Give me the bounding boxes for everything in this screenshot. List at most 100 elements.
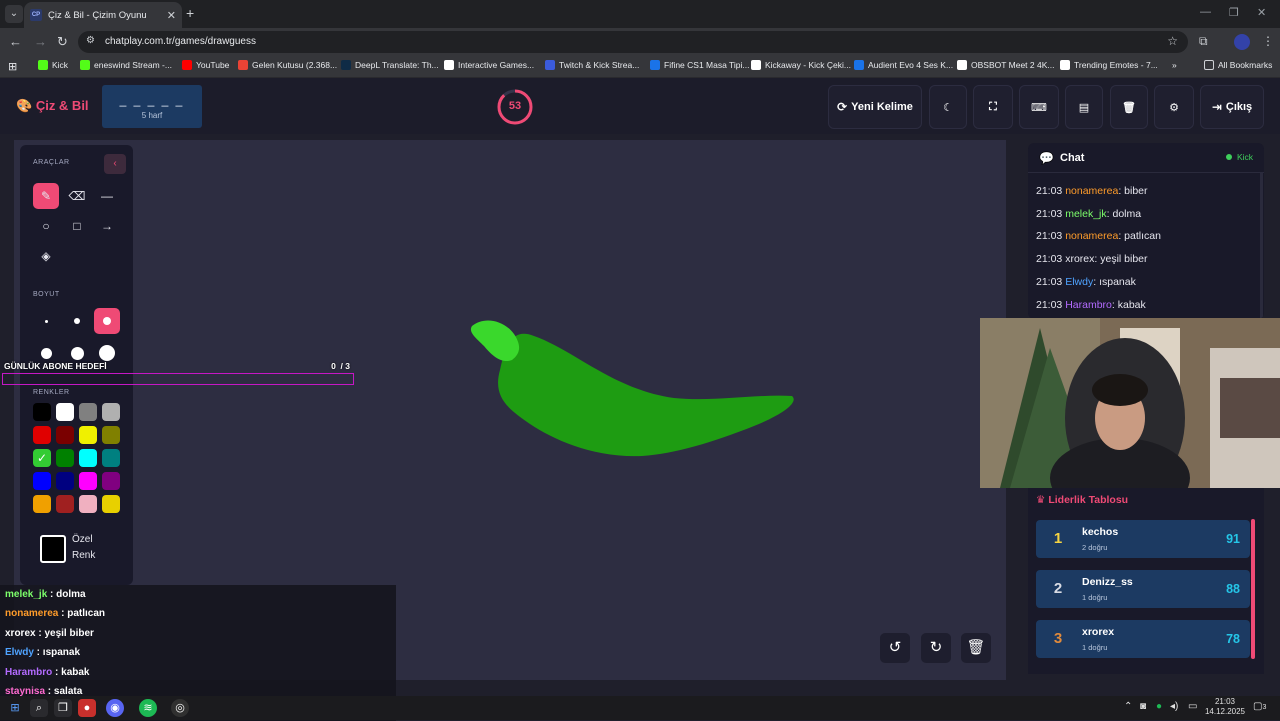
color-swatch[interactable]: [33, 426, 51, 444]
keyboard-button[interactable]: ⌨: [1019, 85, 1059, 129]
color-swatch[interactable]: [33, 403, 51, 421]
bookmark-item[interactable]: Kickaway - Kick Çeki...: [751, 60, 851, 70]
bookmark-item[interactable]: Audient Evo 4 Ses K...: [854, 60, 953, 70]
redo-button[interactable]: ↻: [921, 633, 951, 663]
custom-color-label[interactable]: Özel Renk: [72, 532, 95, 564]
color-swatch[interactable]: [102, 472, 120, 490]
site-info-icon[interactable]: ⚙: [86, 35, 95, 46]
color-swatch[interactable]: [56, 495, 74, 513]
volume-icon[interactable]: ◂): [1170, 701, 1178, 712]
color-swatch[interactable]: [102, 426, 120, 444]
color-swatch[interactable]: [102, 403, 120, 421]
color-swatch[interactable]: [56, 449, 74, 467]
color-swatch[interactable]: [79, 472, 97, 490]
bookmark-item[interactable]: YouTube: [182, 60, 229, 70]
start-icon[interactable]: ⊞: [6, 699, 24, 717]
bookmark-item[interactable]: Twitch & Kick Strea...: [545, 60, 639, 70]
url-text[interactable]: chatplay.com.tr/games/drawguess: [105, 36, 256, 47]
brush-tool[interactable]: ✎: [33, 183, 59, 209]
bookmark-star-icon[interactable]: ☆: [1167, 34, 1178, 48]
collapse-panel-button[interactable]: ‹: [104, 154, 126, 174]
apps-icon[interactable]: ⊞: [8, 60, 17, 73]
search-icon[interactable]: ⌕: [30, 699, 48, 717]
refresh-icon: ⟳: [837, 100, 848, 114]
spotify-icon[interactable]: ≋: [139, 699, 157, 717]
notification-icon[interactable]: ▢3: [1253, 701, 1266, 712]
exit-button[interactable]: ⇥ Çıkış: [1200, 85, 1264, 129]
new-tab-icon[interactable]: +: [186, 5, 194, 21]
arrow-tool[interactable]: →: [94, 213, 120, 239]
eraser-tool[interactable]: ⌫: [64, 183, 90, 209]
leaderboard-scrollbar[interactable]: [1251, 519, 1255, 659]
timer-value: 53: [508, 100, 522, 112]
color-swatch[interactable]: [33, 449, 51, 467]
chat-user: nonamerea: [1065, 185, 1119, 197]
fullscreen-button[interactable]: ⛶: [973, 85, 1013, 129]
leaderboard-score: 88: [1226, 582, 1240, 596]
color-swatch[interactable]: [33, 472, 51, 490]
color-swatch[interactable]: [102, 495, 120, 513]
menu-icon[interactable]: ⋮: [1262, 34, 1274, 48]
color-swatch[interactable]: [102, 449, 120, 467]
network-icon[interactable]: ▭: [1188, 701, 1197, 712]
more-bookmarks-icon[interactable]: »: [1172, 60, 1177, 70]
leaderboard-name: kechos: [1082, 526, 1119, 538]
size-xs[interactable]: [33, 308, 59, 334]
color-swatch[interactable]: [33, 495, 51, 513]
undo-button[interactable]: ↺: [880, 633, 910, 663]
profile-avatar[interactable]: [1234, 34, 1250, 50]
address-bar[interactable]: ⚙ chatplay.com.tr/games/drawguess ☆: [78, 31, 1188, 53]
close-tab-icon[interactable]: ✕: [167, 9, 176, 22]
delete-button[interactable]: 🗑: [1110, 85, 1148, 129]
bookmark-item[interactable]: OBSBOT Meet 2 4K...: [957, 60, 1054, 70]
reload-icon[interactable]: ↻: [57, 34, 68, 50]
settings-button[interactable]: ⚙: [1154, 85, 1194, 129]
restore-icon[interactable]: ❐: [1229, 6, 1239, 19]
forward-icon[interactable]: →: [34, 34, 47, 49]
bookmark-item[interactable]: Gelen Kutusu (2.368...: [238, 60, 337, 70]
archive-button[interactable]: ▤: [1065, 85, 1103, 129]
color-swatch[interactable]: [79, 495, 97, 513]
color-swatch[interactable]: [56, 472, 74, 490]
clear-canvas-button[interactable]: 🗑: [961, 633, 991, 663]
custom-color-swatch[interactable]: [40, 535, 66, 563]
bookmark-item[interactable]: Interactive Games...: [444, 60, 534, 70]
tab-search-icon[interactable]: ⌄: [5, 5, 23, 23]
theme-toggle-button[interactable]: ☾: [929, 85, 967, 129]
color-swatch[interactable]: [79, 449, 97, 467]
color-swatch[interactable]: [56, 403, 74, 421]
back-icon[interactable]: ←: [9, 34, 22, 49]
rectangle-tool[interactable]: □: [64, 213, 90, 239]
size-m[interactable]: [94, 308, 120, 334]
browser-tab[interactable]: CP Çiz & Bil - Çizim Oyunu ✕: [24, 2, 182, 28]
new-word-button[interactable]: ⟳ Yeni Kelime: [828, 85, 922, 129]
size-s[interactable]: [64, 308, 90, 334]
all-bookmarks[interactable]: All Bookmarks: [1204, 60, 1272, 70]
extensions-icon[interactable]: ⧉: [1199, 34, 1208, 49]
bookmark-item[interactable]: Fifine CS1 Masa Tipi...: [650, 60, 750, 70]
color-swatch[interactable]: [79, 426, 97, 444]
bookmark-favicon-icon: [38, 60, 48, 70]
taskbar-clock[interactable]: 21:03 14.12.2025: [1204, 697, 1246, 717]
window-close-icon[interactable]: ✕: [1257, 6, 1266, 19]
bookmark-item[interactable]: Trending Emotes - 7...: [1060, 60, 1158, 70]
bookmark-item[interactable]: eneswind Stream -...: [80, 60, 172, 70]
bookmark-item[interactable]: DeepL Translate: Th...: [341, 60, 439, 70]
task-view-icon[interactable]: ❐: [54, 699, 72, 717]
color-swatch[interactable]: [79, 403, 97, 421]
bookmark-item[interactable]: Kick: [38, 60, 68, 70]
discord-icon[interactable]: ◉: [106, 699, 124, 717]
fill-tool[interactable]: ◈: [33, 243, 59, 269]
spotify-tray-icon[interactable]: ●: [1156, 701, 1162, 712]
chat-time: 21:03: [1036, 253, 1063, 266]
gamepad-icon[interactable]: ◙: [1140, 701, 1146, 712]
minimize-icon[interactable]: —: [1200, 6, 1211, 18]
circle-tool[interactable]: ○: [33, 213, 59, 239]
chrome-taskbar-icon[interactable]: ●: [78, 699, 96, 717]
obs-icon[interactable]: ◎: [171, 699, 189, 717]
line-tool[interactable]: —: [94, 183, 120, 209]
drawing-stroke-stem: [470, 320, 520, 362]
color-swatch[interactable]: [56, 426, 74, 444]
chat-scrollbar[interactable]: [1260, 173, 1263, 319]
tray-expand-icon[interactable]: ⌃: [1124, 701, 1132, 712]
